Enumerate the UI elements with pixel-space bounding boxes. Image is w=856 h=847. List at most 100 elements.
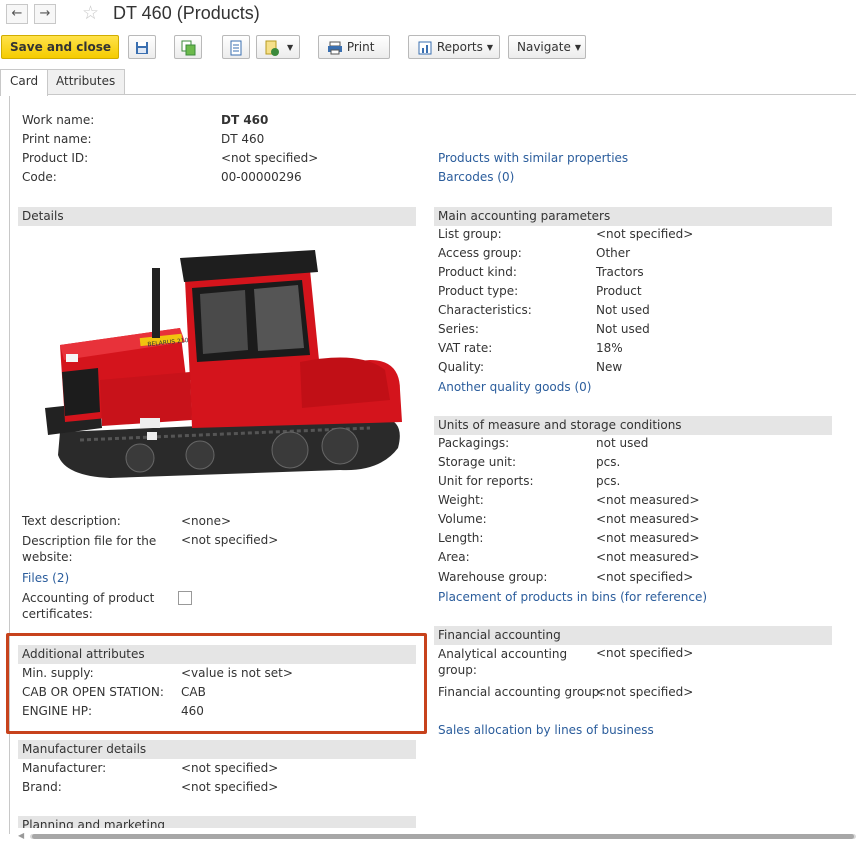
navigate-button-label: Navigate xyxy=(517,40,571,54)
work-name-label: Work name: xyxy=(22,113,95,127)
document-list-icon xyxy=(230,40,242,55)
series-value[interactable]: Not used xyxy=(596,322,650,336)
length-value[interactable]: <not measured> xyxy=(596,531,700,545)
details-header: Details xyxy=(18,207,416,226)
print-button-label: Print xyxy=(346,40,375,54)
list-group-label: List group: xyxy=(438,227,502,241)
manufacturer-value[interactable]: <not specified> xyxy=(181,761,278,775)
area-value[interactable]: <not measured> xyxy=(596,550,700,564)
brand-value[interactable]: <not specified> xyxy=(181,780,278,794)
floppy-disk-icon xyxy=(136,41,148,54)
product-image: BELARUS 2103 xyxy=(40,250,405,490)
financial-group-value[interactable]: <not specified> xyxy=(596,685,693,699)
certificates-label: Accounting of product certificates: xyxy=(22,591,155,621)
financial-group-label: Financial accounting group: xyxy=(438,685,604,699)
warehouse-group-label: Warehouse group: xyxy=(438,570,548,584)
navigate-button[interactable]: Navigate ▼ xyxy=(508,35,586,59)
financial-header: Financial accounting xyxy=(434,626,832,645)
characteristics-label: Characteristics: xyxy=(438,303,532,317)
printer-icon xyxy=(328,41,342,54)
document-create-icon xyxy=(265,40,279,56)
copy-button[interactable] xyxy=(174,35,202,59)
chevron-down-icon: ▼ xyxy=(574,42,581,52)
window-title: DT 460 (Products) xyxy=(113,3,260,23)
highlight-box xyxy=(6,633,427,734)
analytical-group-value[interactable]: <not specified> xyxy=(596,646,693,660)
sales-allocation-link[interactable]: Sales allocation by lines of business xyxy=(438,723,654,737)
tab-card[interactable]: Card xyxy=(0,69,49,96)
packagings-value[interactable]: not used xyxy=(596,436,648,450)
series-label: Series: xyxy=(438,322,479,336)
chevron-down-icon: ▼ xyxy=(486,42,494,52)
volume-label: Volume: xyxy=(438,512,487,526)
save-and-close-button[interactable]: Save and close xyxy=(1,35,119,59)
product-type-value[interactable]: Product xyxy=(596,284,642,298)
brand-label: Brand: xyxy=(22,780,62,794)
certificates-checkbox[interactable] xyxy=(178,591,192,605)
main-params-header: Main accounting parameters xyxy=(434,207,832,226)
warehouse-group-value[interactable]: <not specified> xyxy=(596,570,693,584)
units-header: Units of measure and storage conditions xyxy=(434,416,832,435)
volume-value[interactable]: <not measured> xyxy=(596,512,700,526)
quality-label: Quality: xyxy=(438,360,485,374)
product-id-label: Product ID: xyxy=(22,151,89,165)
manufacturer-header: Manufacturer details xyxy=(18,740,416,759)
favorite-star-icon[interactable]: ☆ xyxy=(82,2,99,24)
packagings-label: Packagings: xyxy=(438,436,510,450)
arrow-right-icon: → xyxy=(39,6,51,21)
back-button[interactable]: ← xyxy=(6,4,28,24)
report-unit-label: Unit for reports: xyxy=(438,474,534,488)
product-kind-value[interactable]: Tractors xyxy=(596,265,644,279)
storage-unit-value[interactable]: pcs. xyxy=(596,455,620,469)
weight-value[interactable]: <not measured> xyxy=(596,493,700,507)
placement-link[interactable]: Placement of products in bins (for refer… xyxy=(438,590,707,604)
another-quality-link[interactable]: Another quality goods (0) xyxy=(438,380,591,394)
print-name-value: DT 460 xyxy=(221,132,265,146)
access-group-label: Access group: xyxy=(438,246,522,260)
chevron-down-icon: ▼ xyxy=(287,42,294,52)
description-file-value[interactable]: <not specified> xyxy=(181,533,278,547)
copy-icon xyxy=(181,40,196,55)
print-name-label: Print name: xyxy=(22,132,92,146)
reports-button-label: Reports xyxy=(436,40,483,54)
product-type-label: Product type: xyxy=(438,284,519,298)
create-based-on-button[interactable]: ▼ xyxy=(256,35,300,59)
tab-attributes[interactable]: Attributes xyxy=(46,69,126,94)
save-button[interactable] xyxy=(128,35,156,59)
report-icon xyxy=(418,41,432,54)
horizontal-scrollbar[interactable]: ◀ xyxy=(18,831,856,841)
storage-unit-label: Storage unit: xyxy=(438,455,517,469)
files-link[interactable]: Files (2) xyxy=(22,571,69,585)
barcodes-link[interactable]: Barcodes (0) xyxy=(438,170,514,184)
planning-header: Planning and marketing xyxy=(18,816,416,828)
report-unit-value[interactable]: pcs. xyxy=(596,474,620,488)
product-kind-label: Product kind: xyxy=(438,265,517,279)
list-group-value[interactable]: <not specified> xyxy=(596,227,693,241)
vat-rate-label: VAT rate: xyxy=(438,341,493,355)
description-file-label: Description file for the website: xyxy=(22,534,157,564)
characteristics-value[interactable]: Not used xyxy=(596,303,650,317)
text-description-label: Text description: xyxy=(22,514,121,528)
analytical-group-label: Analytical accounting group: xyxy=(438,647,568,677)
code-value: 00-00000296 xyxy=(221,170,302,184)
work-name-value: DT 460 xyxy=(221,113,269,127)
text-description-value[interactable]: <none> xyxy=(181,514,231,528)
quality-value[interactable]: New xyxy=(596,360,622,374)
print-button[interactable]: Print xyxy=(318,35,390,59)
list-button[interactable] xyxy=(222,35,250,59)
length-label: Length: xyxy=(438,531,484,545)
scroll-left-icon[interactable]: ◀ xyxy=(18,831,24,840)
scrollbar-thumb[interactable] xyxy=(32,834,854,839)
tractor-image: BELARUS 2103 xyxy=(45,250,402,478)
manufacturer-label: Manufacturer: xyxy=(22,761,107,775)
code-label: Code: xyxy=(22,170,57,184)
access-group-value[interactable]: Other xyxy=(596,246,630,260)
forward-button[interactable]: → xyxy=(34,4,56,24)
similar-products-link[interactable]: Products with similar properties xyxy=(438,151,628,165)
arrow-left-icon: ← xyxy=(11,6,23,21)
product-id-value: <not specified> xyxy=(221,151,319,165)
area-label: Area: xyxy=(438,550,470,564)
vat-rate-value[interactable]: 18% xyxy=(596,341,623,355)
weight-label: Weight: xyxy=(438,493,484,507)
reports-button[interactable]: Reports ▼ xyxy=(408,35,500,59)
